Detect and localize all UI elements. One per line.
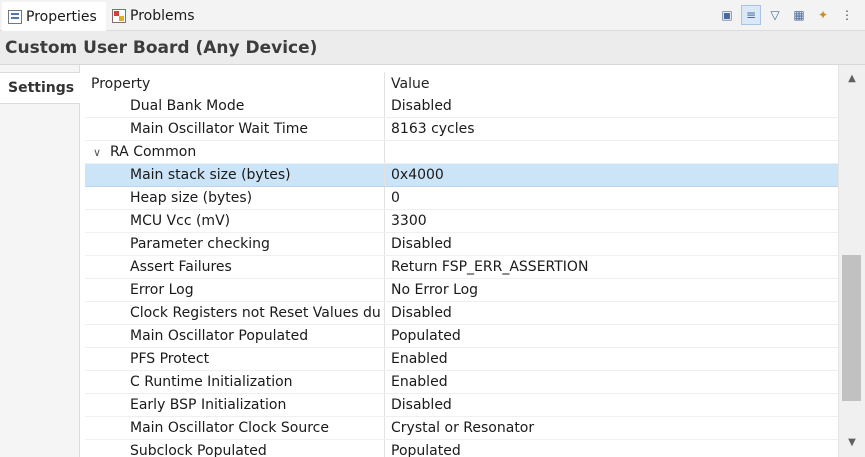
- restore-defaults-icon[interactable]: ✦: [813, 5, 833, 25]
- property-name: Heap size (bytes): [85, 187, 385, 209]
- properties-icon: [8, 9, 22, 24]
- side-tab-strip: Settings: [0, 65, 80, 457]
- page-title: Custom User Board (Any Device): [5, 37, 318, 58]
- table-row[interactable]: Assert Failures Return FSP_ERR_ASSERTION: [85, 256, 838, 279]
- properties-title-bar: Custom User Board (Any Device): [0, 31, 865, 65]
- property-name: Parameter checking: [85, 233, 385, 255]
- property-value[interactable]: Crystal or Resonator: [385, 417, 838, 439]
- advanced-icon[interactable]: ▦: [789, 5, 809, 25]
- vertical-scrollbar[interactable]: ▲ ▼: [838, 65, 865, 457]
- property-name: Main Oscillator Wait Time: [85, 118, 385, 140]
- problems-icon: [112, 8, 126, 23]
- categories-icon[interactable]: ≡: [741, 5, 761, 25]
- view-tab-bar: Properties Problems ▣ ≡ ▽ ▦ ✦ ⋮: [0, 0, 865, 31]
- scroll-down-icon[interactable]: ▼: [846, 437, 858, 449]
- property-name: Clock Registers not Reset Values du: [85, 302, 385, 324]
- tab-settings[interactable]: Settings: [0, 72, 80, 104]
- tab-problems-label: Problems: [130, 7, 195, 24]
- table-row[interactable]: PFS Protect Enabled: [85, 348, 838, 371]
- property-value[interactable]: Disabled: [385, 394, 838, 416]
- property-value: [385, 141, 838, 163]
- view-menu-icon[interactable]: ⋮: [837, 5, 857, 25]
- table-row[interactable]: Error Log No Error Log: [85, 279, 838, 302]
- property-value[interactable]: Disabled: [385, 302, 838, 324]
- column-header-property[interactable]: Property: [85, 72, 385, 95]
- tab-problems[interactable]: Problems: [106, 0, 206, 31]
- table-row[interactable]: Main Oscillator Wait Time 8163 cycles: [85, 118, 838, 141]
- table-row[interactable]: Parameter checking Disabled: [85, 233, 838, 256]
- property-name: Main stack size (bytes): [85, 164, 385, 186]
- property-name: Assert Failures: [85, 256, 385, 278]
- table-row[interactable]: Dual Bank Mode Disabled: [85, 95, 838, 118]
- property-name: PFS Protect: [85, 348, 385, 370]
- table-body: Dual Bank Mode Disabled Main Oscillator …: [85, 95, 838, 457]
- tab-settings-label: Settings: [8, 80, 75, 96]
- property-name: Early BSP Initialization: [85, 394, 385, 416]
- property-value[interactable]: 8163 cycles: [385, 118, 838, 140]
- property-value[interactable]: Enabled: [385, 348, 838, 370]
- property-value[interactable]: Populated: [385, 325, 838, 347]
- property-name: MCU Vcc (mV): [85, 210, 385, 232]
- tab-properties-label: Properties: [26, 8, 97, 25]
- property-name: Main Oscillator Clock Source: [85, 417, 385, 439]
- chevron-down-icon[interactable]: ∨: [93, 146, 107, 159]
- table-header: Property Value: [85, 72, 838, 95]
- pin-icon[interactable]: ▣: [717, 5, 737, 25]
- tab-properties[interactable]: Properties: [2, 0, 106, 31]
- table-row[interactable]: MCU Vcc (mV) 3300: [85, 210, 838, 233]
- property-name: Dual Bank Mode: [85, 95, 385, 117]
- property-value[interactable]: 3300: [385, 210, 838, 232]
- filter-icon[interactable]: ▽: [765, 5, 785, 25]
- table-row[interactable]: Clock Registers not Reset Values du Disa…: [85, 302, 838, 325]
- property-value[interactable]: 0: [385, 187, 838, 209]
- table-row[interactable]: Main Oscillator Clock Source Crystal or …: [85, 417, 838, 440]
- table-row[interactable]: Main Oscillator Populated Populated: [85, 325, 838, 348]
- property-value[interactable]: Disabled: [385, 233, 838, 255]
- property-value[interactable]: 0x4000: [385, 164, 838, 186]
- scroll-up-icon[interactable]: ▲: [846, 73, 858, 85]
- property-name: Main Oscillator Populated: [85, 325, 385, 347]
- property-value[interactable]: Enabled: [385, 371, 838, 393]
- column-header-value[interactable]: Value: [385, 72, 838, 95]
- category-row-ra-common[interactable]: ∨ RA Common: [85, 141, 838, 164]
- property-name: Error Log: [85, 279, 385, 301]
- scrollbar-thumb[interactable]: [842, 255, 861, 401]
- category-name: ∨ RA Common: [85, 141, 385, 163]
- property-value[interactable]: Disabled: [385, 95, 838, 117]
- property-value[interactable]: Populated: [385, 440, 838, 457]
- table-row-selected[interactable]: Main stack size (bytes) 0x4000: [85, 164, 838, 187]
- table-row[interactable]: Heap size (bytes) 0: [85, 187, 838, 210]
- table-row[interactable]: Early BSP Initialization Disabled: [85, 394, 838, 417]
- property-value[interactable]: Return FSP_ERR_ASSERTION: [385, 256, 838, 278]
- table-row[interactable]: C Runtime Initialization Enabled: [85, 371, 838, 394]
- table-row[interactable]: Subclock Populated Populated: [85, 440, 838, 457]
- category-label: RA Common: [110, 144, 197, 160]
- property-name: C Runtime Initialization: [85, 371, 385, 393]
- property-value[interactable]: No Error Log: [385, 279, 838, 301]
- property-name: Subclock Populated: [85, 440, 385, 457]
- property-table: Property Value Dual Bank Mode Disabled M…: [85, 72, 838, 457]
- view-toolbar: ▣ ≡ ▽ ▦ ✦ ⋮: [717, 5, 857, 25]
